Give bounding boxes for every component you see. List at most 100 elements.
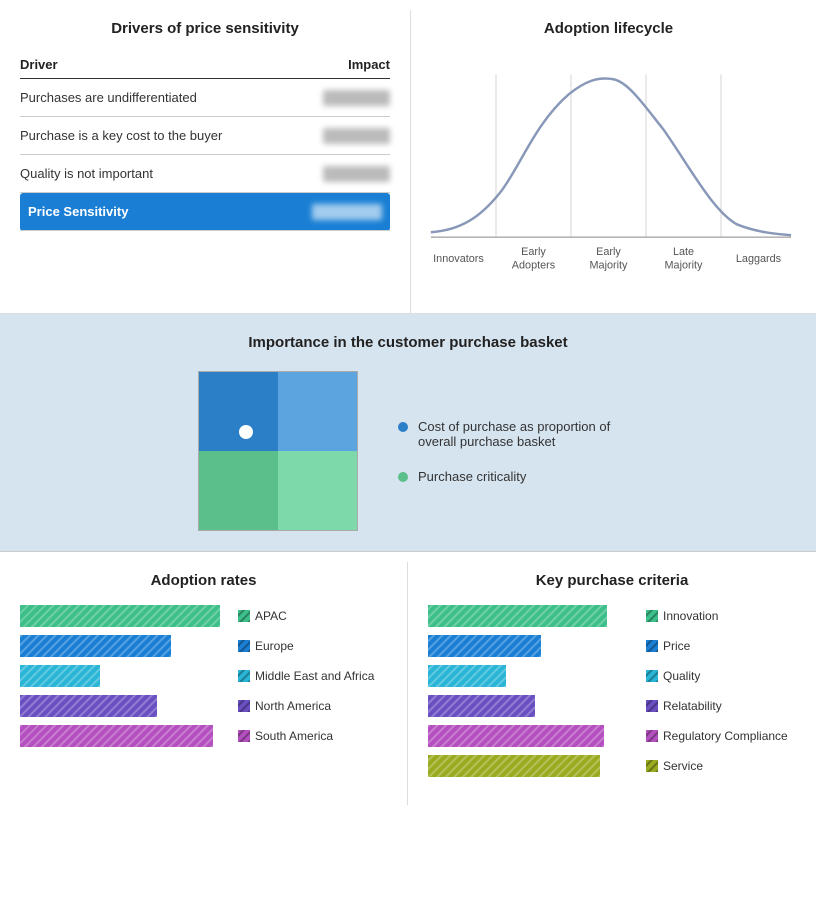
col-driver: Driver (20, 53, 287, 79)
importance-section: Importance in the customer purchase bask… (0, 314, 816, 552)
lifecycle-chart: Innovators Early Adopters Early Majority… (421, 53, 796, 293)
bar-hatch (20, 695, 157, 717)
bar-wrapper (20, 635, 230, 657)
driver-impact: Medium (287, 155, 390, 193)
importance-content: Cost of purchase as proportion of overal… (30, 371, 786, 531)
bar-label: Europe (238, 639, 294, 653)
bar (428, 695, 535, 717)
purchase-panel: Key purchase criteria Innovation Price (408, 562, 816, 805)
bar-label: South America (238, 729, 333, 743)
bar-label: North America (238, 699, 331, 713)
bar-hatch (20, 725, 213, 747)
bar-label: Service (646, 759, 703, 773)
bar-row: Quality (428, 665, 796, 687)
bar-wrapper (428, 695, 638, 717)
svg-text:Early: Early (521, 246, 546, 258)
bar (428, 605, 607, 627)
bar-wrapper (428, 725, 638, 747)
bar-wrapper (428, 635, 638, 657)
bar (20, 695, 157, 717)
legend-text: Cost of purchase as proportion of overal… (418, 419, 618, 449)
bar-swatch (646, 700, 658, 712)
bar-hatch (20, 605, 220, 627)
table-row: Purchase is a key cost to the buyer Medi… (20, 117, 390, 155)
bar-row: Service (428, 755, 796, 777)
driver-name: Purchases are undifferentiated (20, 79, 287, 117)
legend-item: Purchase criticality (398, 469, 618, 484)
bar-label: Relatability (646, 699, 722, 713)
bar-text: Middle East and Africa (255, 669, 374, 683)
bar-label: Middle East and Africa (238, 669, 374, 683)
quadrant-top-right (278, 372, 357, 451)
legend-items: Cost of purchase as proportion of overal… (398, 419, 618, 484)
bar-text: North America (255, 699, 331, 713)
bar-text: Europe (255, 639, 294, 653)
bar-wrapper (20, 665, 230, 687)
legend-text: Purchase criticality (418, 469, 526, 484)
adoption-chart: APAC Europe Middle East and Africa (20, 605, 387, 747)
bar-text: Price (663, 639, 690, 653)
bar-wrapper (20, 605, 230, 627)
bar-label: Innovation (646, 609, 718, 623)
quadrant-chart (198, 371, 358, 531)
drivers-table: Driver Impact Purchases are undifferenti… (20, 53, 390, 231)
svg-text:Early: Early (596, 246, 621, 258)
bar (428, 755, 600, 777)
bar-wrapper (428, 665, 638, 687)
quadrant-bottom-left (199, 451, 278, 530)
col-impact: Impact (287, 53, 390, 79)
price-sensitivity-label: Price Sensitivity (20, 193, 287, 231)
bar (428, 725, 604, 747)
driver-name: Quality is not important (20, 155, 287, 193)
bar-swatch (646, 610, 658, 622)
bar-swatch (238, 610, 250, 622)
bar-text: Regulatory Compliance (663, 729, 788, 743)
table-row: Quality is not important Medium (20, 155, 390, 193)
bar-hatch (428, 665, 506, 687)
bar-text: South America (255, 729, 333, 743)
bar-swatch (646, 670, 658, 682)
table-row: Price Sensitivity Medium (20, 193, 390, 231)
bar-row: APAC (20, 605, 387, 627)
lifecycle-panel: Adoption lifecycle Innovators Early Adop… (410, 10, 816, 313)
svg-text:Late: Late (673, 246, 694, 258)
svg-text:Laggards: Laggards (736, 253, 782, 265)
bar-text: Service (663, 759, 703, 773)
bar (20, 665, 100, 687)
svg-text:Innovators: Innovators (433, 253, 484, 265)
bar-text: Quality (663, 669, 700, 683)
bar-row: South America (20, 725, 387, 747)
svg-text:Adopters: Adopters (512, 260, 556, 272)
legend-dot (398, 472, 408, 482)
svg-text:Majority: Majority (665, 260, 704, 272)
svg-text:Majority: Majority (590, 260, 629, 272)
bar-row: North America (20, 695, 387, 717)
bar-hatch (428, 605, 607, 627)
bar-swatch (238, 730, 250, 742)
bar-hatch (428, 725, 604, 747)
bar (20, 605, 220, 627)
bar-wrapper (428, 605, 638, 627)
bar (20, 635, 171, 657)
adoption-panel: Adoption rates APAC Europe (0, 562, 408, 805)
bar-hatch (20, 665, 100, 687)
legend-dot (398, 422, 408, 432)
quadrant-top-left (199, 372, 278, 451)
adoption-title: Adoption rates (20, 572, 387, 589)
driver-impact: Medium (287, 117, 390, 155)
lifecycle-title: Adoption lifecycle (421, 20, 796, 37)
legend-item: Cost of purchase as proportion of overal… (398, 419, 618, 449)
bar-row: Relatability (428, 695, 796, 717)
bar-text: APAC (255, 609, 287, 623)
bar-label: Regulatory Compliance (646, 729, 788, 743)
bar-hatch (20, 635, 171, 657)
bar-hatch (428, 635, 541, 657)
bar-text: Relatability (663, 699, 722, 713)
bar-wrapper (428, 755, 638, 777)
bar-row: Regulatory Compliance (428, 725, 796, 747)
bar-row: Middle East and Africa (20, 665, 387, 687)
bar-label: Quality (646, 669, 700, 683)
lifecycle-svg: Innovators Early Adopters Early Majority… (421, 53, 796, 293)
quadrant-bottom-right (278, 451, 357, 530)
purchase-title: Key purchase criteria (428, 572, 796, 589)
